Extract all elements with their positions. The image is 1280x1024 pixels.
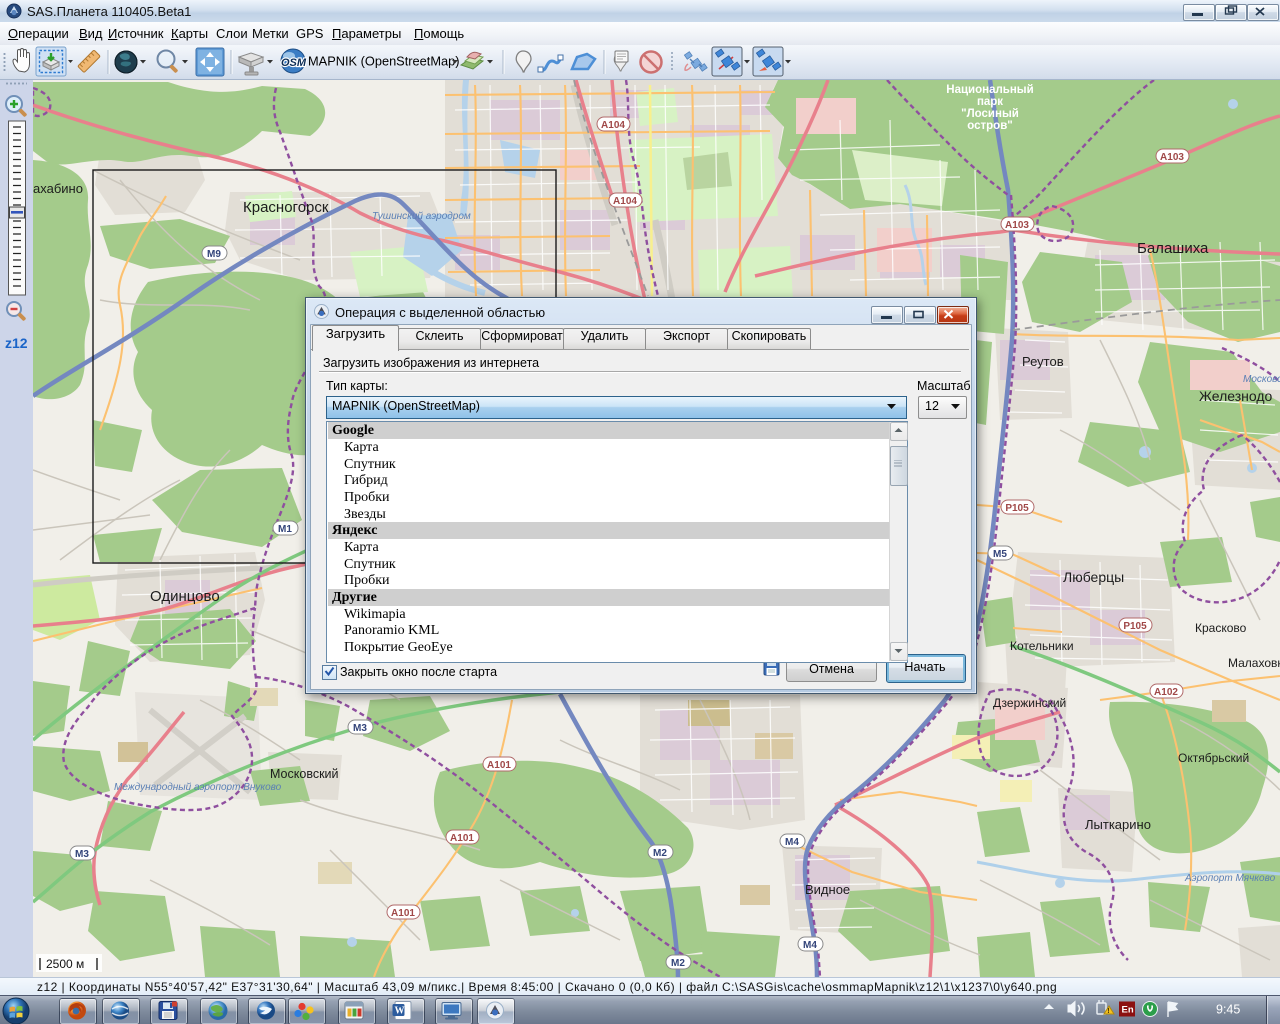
svg-text:М2: М2 <box>653 848 667 859</box>
svg-text:М5: М5 <box>993 549 1007 560</box>
svg-text:М9: М9 <box>207 249 221 260</box>
svg-text:Малаховка: Малаховка <box>1228 656 1280 670</box>
svg-text:Московск: Московск <box>1243 374 1280 385</box>
svg-text:Видное: Видное <box>805 882 850 897</box>
svg-text:W: W <box>395 1006 405 1017</box>
svg-text:Котельники: Котельники <box>1010 639 1074 653</box>
svg-text:М4: М4 <box>785 837 799 848</box>
svg-text:ахабино: ахабино <box>33 181 83 196</box>
svg-text:"Лосиный: "Лосиный <box>961 108 1019 120</box>
svg-text:Международный аэропорт Внуково: Международный аэропорт Внуково <box>114 782 282 793</box>
svg-text:Аэропорт Мячково: Аэропорт Мячково <box>1184 873 1276 884</box>
svg-text:Р105: Р105 <box>1005 503 1029 514</box>
svg-text:остров": остров" <box>967 120 1012 132</box>
svg-text:MAPNIK (OpenStreetMap): MAPNIK (OpenStreetMap) <box>308 54 459 69</box>
svg-text:Красногорск: Красногорск <box>243 199 329 216</box>
svg-text:Реутов: Реутов <box>1022 354 1064 369</box>
svg-text:А101: А101 <box>450 833 474 844</box>
svg-text:А103: А103 <box>1160 152 1184 163</box>
svg-text:Люберцы: Люберцы <box>1063 569 1124 585</box>
svg-text:М3: М3 <box>353 723 367 734</box>
svg-text:Национальный: Национальный <box>946 84 1033 96</box>
svg-text:А101: А101 <box>391 908 415 919</box>
svg-text:!: ! <box>1107 1008 1109 1015</box>
svg-text:А104: А104 <box>613 196 637 207</box>
svg-text:2500 м: 2500 м <box>46 957 84 971</box>
svg-text:Дзержинский: Дзержинский <box>993 696 1066 710</box>
svg-text:z12: z12 <box>5 335 28 351</box>
svg-text:En: En <box>1122 1005 1134 1016</box>
svg-text:М4: М4 <box>803 940 817 951</box>
svg-text:Р105: Р105 <box>1123 621 1147 632</box>
svg-text:А104: А104 <box>601 120 625 131</box>
svg-text:А103: А103 <box>1005 220 1029 231</box>
svg-text:Железнодо: Железнодо <box>1199 388 1273 404</box>
svg-text:А102: А102 <box>1154 687 1178 698</box>
svg-text:М3: М3 <box>75 849 89 860</box>
svg-text:Лыткарино: Лыткарино <box>1085 817 1151 832</box>
svg-text:парк: парк <box>977 96 1003 108</box>
svg-text:А101: А101 <box>487 760 511 771</box>
svg-text:OSM: OSM <box>281 57 307 69</box>
svg-text:М2: М2 <box>671 958 685 969</box>
svg-text:М1: М1 <box>278 524 292 535</box>
svg-text:9:45: 9:45 <box>1216 1003 1240 1017</box>
svg-text:Московский: Московский <box>270 767 339 781</box>
svg-text:Одинцово: Одинцово <box>150 588 220 605</box>
svg-text:Балашиха: Балашиха <box>1137 240 1209 257</box>
svg-text:Красково: Красково <box>1195 621 1247 635</box>
svg-text:Октябрьский: Октябрьский <box>1178 751 1249 765</box>
svg-text:Тушинский аэродром: Тушинский аэродром <box>372 211 471 222</box>
